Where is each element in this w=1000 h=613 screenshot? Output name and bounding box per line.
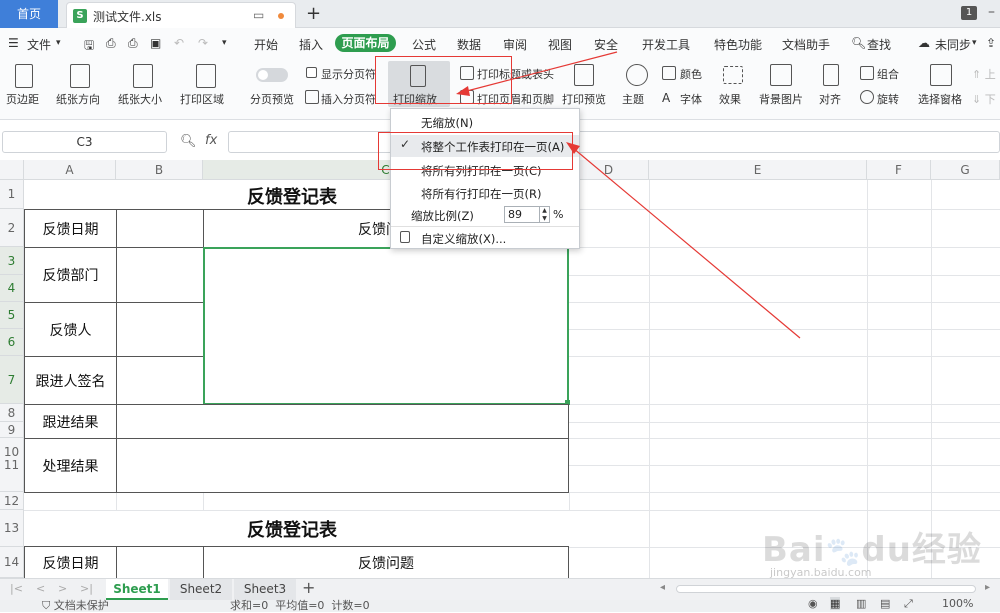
shield-icon: ⛉ [42,599,51,612]
fullscreen-icon[interactable]: ⤢ [904,597,913,611]
sheet-tab-bar: |< < > >| Sheet1 Sheet2 Sheet3 + ◂ ▸ [0,578,1000,600]
protection-label: 文档未保护 [53,599,109,612]
hscroll-right-icon[interactable]: ▸ [985,582,990,593]
normal-view-icon[interactable]: ▦ [830,597,841,610]
add-sheet-icon[interactable]: + [302,578,315,597]
watermark-url: jingyan.baidu.com [770,566,872,579]
first-sheet-icon[interactable]: |< [10,582,23,595]
sheet-tab-2[interactable]: Sheet2 [170,579,232,600]
protection-status[interactable]: ⛉ 文档未保护 [42,597,109,613]
zoom-level[interactable]: 100% [942,597,973,610]
baidu-watermark-logo: Bai🐾du经验 [762,530,982,570]
eye-protect-icon[interactable]: ◉ [808,597,818,610]
selection-summary: 求和=0 平均值=0 计数=0 [230,599,370,612]
next-sheet-icon[interactable]: > [58,582,67,595]
status-bar: ⛉ 文档未保护 求和=0 平均值=0 计数=0 ◉ ▦ ▥ ▤ ⤢ 100% [0,597,1000,613]
last-sheet-icon[interactable]: >| [80,582,93,595]
prev-sheet-icon[interactable]: < [36,582,45,595]
page-layout-view-icon[interactable]: ▤ [880,597,890,610]
page-break-view-icon[interactable]: ▥ [856,597,866,610]
annotation-arrows-icon [456,51,801,339]
sheet-tab-1[interactable]: Sheet1 [106,579,168,600]
horizontal-scrollbar[interactable] [676,585,976,593]
hscroll-left-icon[interactable]: ◂ [660,582,665,593]
